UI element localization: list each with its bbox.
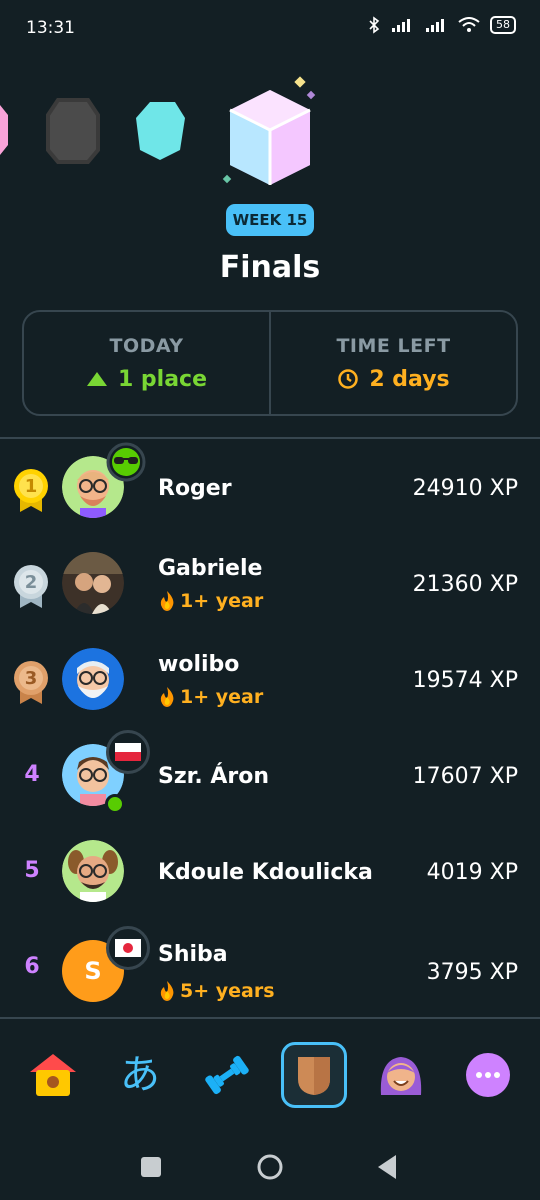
time-left-label: TIME LEFT (336, 334, 451, 357)
today-value: 1 place (117, 366, 208, 392)
user-xp: 21360 XP (412, 572, 518, 597)
today-stat: TODAY 1 place (24, 312, 269, 414)
rank-number: 1 (24, 476, 38, 497)
flame-icon (160, 591, 174, 611)
home-button-icon[interactable] (256, 1153, 284, 1181)
streak-row: 1+ year (158, 686, 263, 708)
bottom-nav: あ (0, 1040, 540, 1120)
time-left-value: 2 days (369, 366, 450, 392)
recents-icon[interactable] (140, 1156, 162, 1178)
nav-profile[interactable] (368, 1042, 434, 1108)
user-name: Kdoule Kdoulicka (158, 860, 373, 885)
bluetooth-icon (369, 16, 380, 34)
time-left-stat: TIME LEFT 2 days (269, 312, 516, 414)
flame-icon (160, 981, 174, 1001)
stats-card: TODAY 1 place TIME LEFT 2 days (22, 310, 518, 416)
leaderboard-row[interactable]: 6 S Shiba 5+ years 3795 XP (0, 922, 540, 1018)
nav-home[interactable] (20, 1042, 86, 1108)
online-indicator (105, 794, 125, 814)
streak-text: 1+ year (180, 686, 264, 708)
leaderboard-row[interactable]: 2 Gabriele 1+ year 21360 XP (0, 538, 540, 634)
leaderboard-row[interactable]: 5 Kdoule Kdoulicka 4019 XP (0, 826, 540, 922)
practice-icon (205, 1055, 249, 1095)
today-label: TODAY (109, 334, 184, 357)
rank-number: 4 (24, 762, 40, 787)
nav-practice[interactable] (194, 1042, 260, 1108)
flame-icon (160, 687, 174, 707)
nav-divider (0, 1017, 540, 1019)
user-name: Szr. Áron (158, 764, 270, 789)
avatar-letter: S (84, 957, 102, 985)
rank-number: 6 (24, 954, 40, 979)
nav-more[interactable] (455, 1042, 521, 1108)
more-icon (466, 1053, 510, 1097)
week-badge: WEEK 15 (226, 204, 314, 236)
today-value-row: 1 place (86, 367, 207, 392)
japan-flag-icon (115, 939, 141, 957)
section-divider (0, 437, 540, 439)
characters-icon: あ (120, 1052, 160, 1098)
clock-icon (338, 369, 359, 389)
flag-badge (106, 926, 150, 970)
nav-characters[interactable]: あ (107, 1042, 173, 1108)
signal-icon (392, 19, 410, 32)
league-title: Finals (219, 250, 321, 285)
user-xp: 4019 XP (426, 860, 518, 885)
user-xp: 17607 XP (412, 764, 518, 789)
signal-icon-2 (426, 19, 444, 32)
leaderboard-row[interactable]: 1 Roger 24910 XP (0, 442, 540, 538)
nav-leaderboards[interactable] (281, 1042, 347, 1108)
status-time: 13:31 (26, 18, 75, 38)
streak-row: 5+ years (158, 980, 275, 1002)
leaderboard-row[interactable]: 3 wolibo 1+ year 19574 XP (0, 634, 540, 730)
user-name: wolibo (158, 652, 240, 677)
arrow-up-icon (86, 372, 107, 386)
league-carousel[interactable] (0, 70, 540, 200)
poland-flag-icon (115, 743, 141, 761)
user-name: Roger (158, 476, 232, 501)
league-icon-finals (222, 76, 316, 185)
leaderboard-icon (298, 1057, 330, 1095)
avatar-photo (62, 552, 124, 614)
profile-icon (380, 1057, 422, 1095)
rank-number: 5 (24, 858, 40, 883)
league-icon-pink (0, 105, 8, 155)
streak-text: 1+ year (180, 590, 264, 612)
user-name: Gabriele (158, 556, 263, 581)
user-name: Shiba (158, 942, 228, 967)
user-xp: 24910 XP (412, 476, 518, 501)
rank-number: 2 (24, 572, 38, 593)
streak-row: 1+ year (158, 590, 263, 612)
sunglasses-badge-icon (106, 442, 146, 482)
wifi-icon (458, 17, 480, 32)
time-left-value-row: 2 days (337, 366, 450, 392)
avatar (62, 840, 124, 902)
league-icon-obsidian (46, 98, 100, 164)
rank-number: 3 (24, 668, 38, 689)
avatar (62, 648, 124, 710)
streak-text: 5+ years (180, 980, 275, 1002)
user-xp: 3795 XP (426, 960, 518, 985)
user-xp: 19574 XP (412, 668, 518, 693)
status-icons: 58 (368, 16, 516, 34)
leaderboard-row[interactable]: 4 Szr. Áron 17607 XP (0, 730, 540, 826)
flag-badge (106, 730, 150, 774)
battery-indicator: 58 (490, 16, 516, 34)
back-icon[interactable] (376, 1154, 398, 1180)
system-nav-bar (0, 1132, 540, 1200)
home-icon (30, 1054, 76, 1096)
league-icon-diamond (136, 102, 185, 160)
